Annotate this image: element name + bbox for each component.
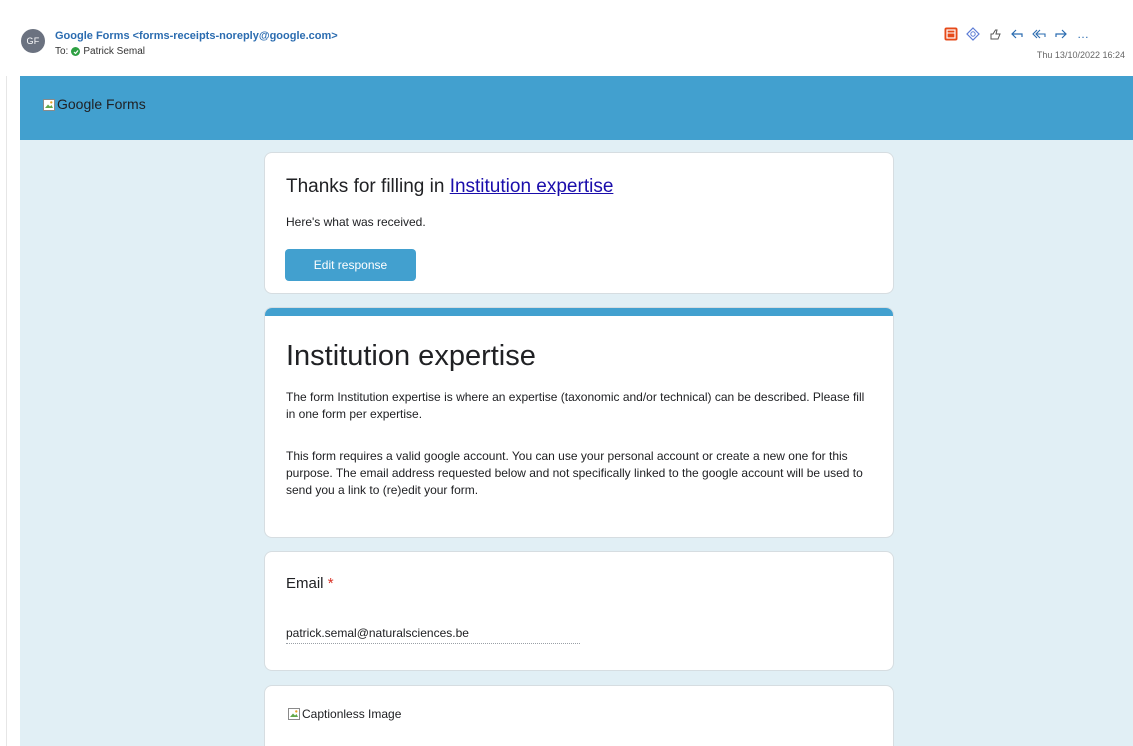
forward-icon[interactable] — [1050, 25, 1072, 43]
logo-alt-text: Google Forms — [57, 96, 146, 112]
office-app-icon[interactable] — [940, 25, 962, 43]
thanks-prefix: Thanks for filling in — [286, 176, 450, 197]
presence-available-icon — [71, 47, 81, 56]
forms-banner: Google Forms — [20, 76, 1133, 140]
mail-header: GF Google Forms <forms-receipts-noreply@… — [0, 0, 1133, 76]
receipt-card: Thanks for filling in Institution expert… — [264, 152, 894, 294]
email-question-label: Email * — [286, 575, 334, 592]
to-label: To: — [55, 46, 69, 57]
form-description-2: This form requires a valid google accoun… — [286, 449, 863, 497]
broken-image-icon — [288, 708, 300, 720]
google-forms-logo: Google Forms — [43, 96, 146, 112]
card-accent-bar — [265, 308, 893, 316]
sender-avatar[interactable]: GF — [21, 29, 45, 53]
recipient-line: To: Patrick Semal — [55, 46, 145, 57]
like-icon[interactable] — [984, 25, 1006, 43]
required-mark: * — [327, 575, 334, 592]
edit-response-button[interactable]: Edit response — [285, 249, 416, 281]
email-answer: patrick.semal@naturalsciences.be — [286, 626, 580, 644]
window-edge — [6, 0, 7, 746]
form-header-card: Institution expertise The form Instituti… — [264, 307, 894, 538]
received-text: Here's what was received. — [286, 215, 426, 229]
image-question-card: Captionless Image — [264, 685, 894, 746]
reply-all-icon[interactable] — [1028, 25, 1050, 43]
message-toolbar: … — [940, 25, 1094, 43]
tag-icon[interactable] — [962, 25, 984, 43]
broken-image-icon — [43, 98, 55, 111]
recipient-name[interactable]: Patrick Semal — [83, 46, 145, 57]
more-icon[interactable]: … — [1072, 25, 1094, 43]
image-alt-text: Captionless Image — [302, 707, 402, 721]
sender-address[interactable]: Google Forms <forms-receipts-noreply@goo… — [55, 30, 338, 42]
form-description-1: The form Institution expertise is where … — [286, 390, 865, 421]
reply-icon[interactable] — [1006, 25, 1028, 43]
thanks-heading: Thanks for filling in Institution expert… — [286, 176, 613, 198]
form-title: Institution expertise — [286, 340, 536, 372]
email-label-text: Email — [286, 575, 324, 592]
captionless-image: Captionless Image — [288, 707, 401, 721]
form-link[interactable]: Institution expertise — [450, 176, 614, 197]
email-question-card: Email * patrick.semal@naturalsciences.be — [264, 551, 894, 671]
received-date: Thu 13/10/2022 16:24 — [1036, 50, 1125, 60]
